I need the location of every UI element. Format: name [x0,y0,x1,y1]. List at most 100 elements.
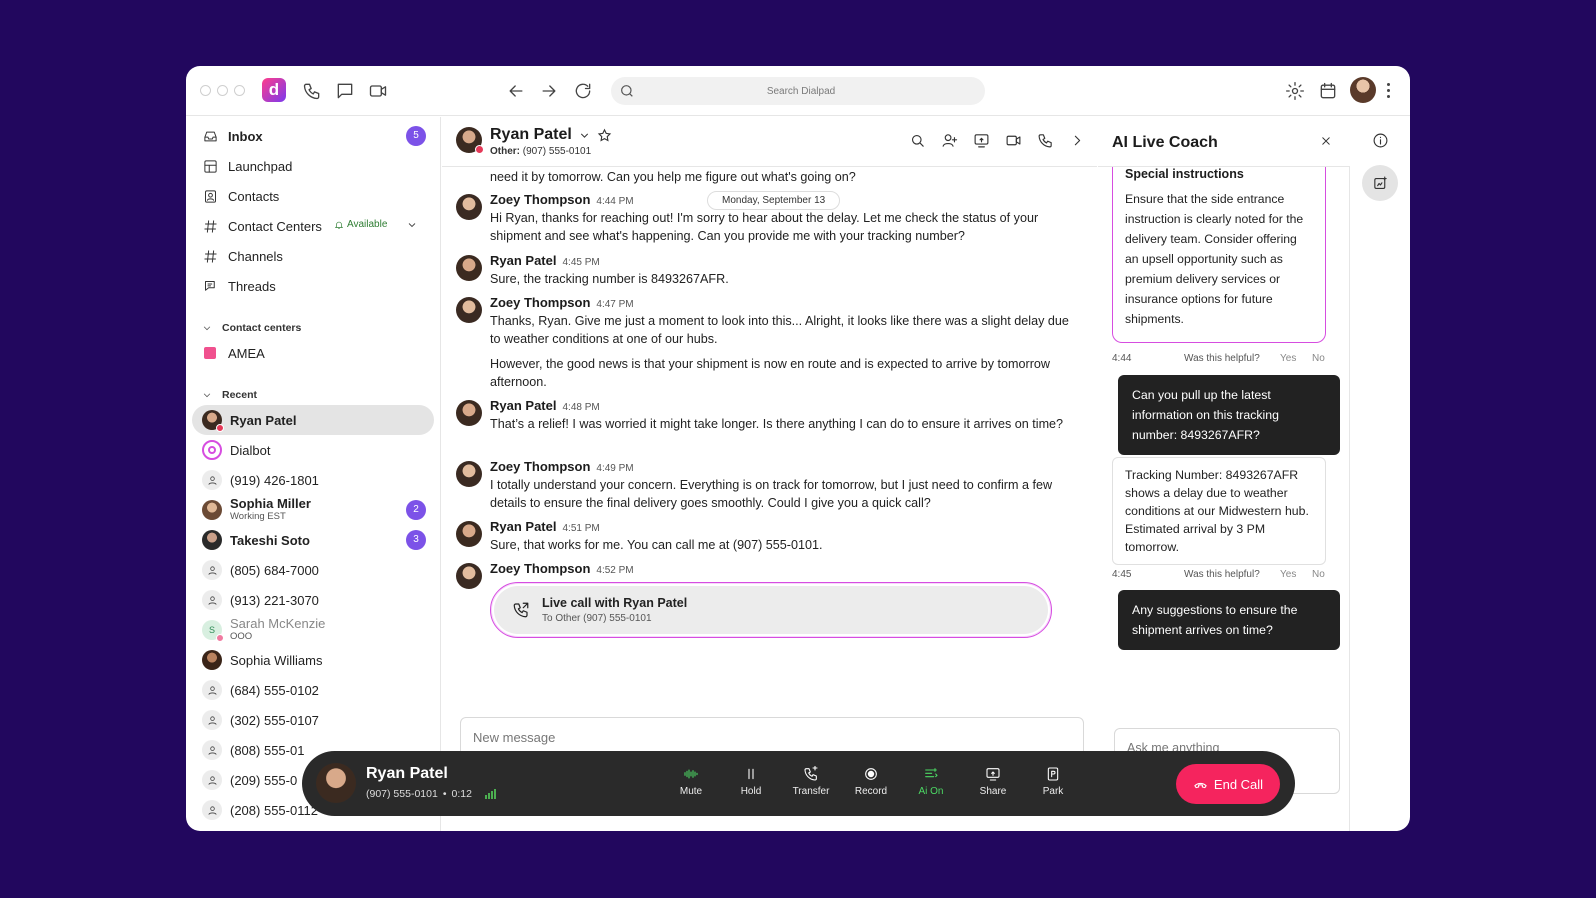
person-icon [202,680,222,700]
app-window: d Inbox 5 Launchpad Contacts [186,66,1410,831]
bell-icon [334,221,344,229]
end-call-label: End Call [1213,776,1264,792]
calendar-icon[interactable] [1316,79,1340,103]
sidebar-item-inbox[interactable]: Inbox 5 [192,121,434,151]
recent-item-label: (684) 555-0102 [230,682,319,698]
ai-coach-icon[interactable] [1362,165,1398,201]
unread-badge: 3 [406,530,426,550]
kebab-icon[interactable] [1384,79,1392,101]
share-button[interactable]: Share [965,765,1021,797]
screen-share-icon[interactable] [971,130,991,150]
avatar[interactable] [456,400,482,426]
avatar: S [202,620,224,642]
live-call-card[interactable]: Live call with Ryan Patel To Other (907)… [490,582,1052,638]
recent-item-label: (919) 426-1801 [230,472,319,488]
contact-name[interactable]: Ryan Patel [490,126,612,144]
message-input[interactable] [473,726,1053,748]
forward-icon[interactable] [537,79,561,103]
end-call-button[interactable]: End Call [1176,764,1280,804]
recent-item[interactable]: (302) 555-0107 [192,705,434,735]
recent-item[interactable]: (913) 221-3070 [192,585,434,615]
separator: • [442,788,447,800]
record-button[interactable]: Record [843,765,899,797]
recent-item[interactable]: Takeshi Soto 3 [192,525,434,555]
avatar[interactable] [456,194,482,220]
recent-item-status: OOO [230,631,253,642]
recent-section-header[interactable]: Recent [202,389,257,401]
sidebar-item-label: Threads [228,278,276,294]
avatar[interactable] [456,461,482,487]
phone-icon[interactable] [1035,130,1055,150]
dialpad-logo-icon[interactable]: d [262,78,286,102]
contact-centers-section-header[interactable]: Contact centers [202,322,301,334]
back-icon[interactable] [504,79,528,103]
contact-avatar[interactable] [456,127,484,154]
video-icon[interactable] [366,79,390,103]
avatar[interactable] [456,255,482,281]
chevron-down-icon[interactable] [406,219,420,233]
video-icon[interactable] [1003,130,1023,150]
recent-item[interactable]: Ryan Patel [192,405,434,435]
search-input[interactable] [641,77,961,105]
sidebar-item-contact-centers[interactable]: Contact Centers Available [192,211,434,241]
phone-icon[interactable] [300,79,324,103]
feedback-yes-button[interactable]: Yes [1280,569,1312,580]
add-person-icon[interactable] [939,130,959,150]
ai-toggle-button[interactable]: Ai On [903,765,959,797]
feedback-time: 4:45 [1112,569,1132,580]
recent-item[interactable]: (805) 684-7000 [192,555,434,585]
sidebar-item-amea[interactable]: AMEA [192,338,434,368]
chevron-down-icon[interactable] [578,129,591,142]
feedback-no-button[interactable]: No [1312,569,1325,580]
refresh-icon[interactable] [571,79,595,103]
message-text: Thanks, Ryan. Give me just a moment to l… [490,314,1069,346]
avatar[interactable] [456,297,482,323]
star-icon[interactable] [597,128,612,143]
gear-icon[interactable] [1283,79,1307,103]
special-instructions-title: Special instructions [1125,167,1244,181]
feedback-row: 4:44 Was this helpful? Yes No [1112,353,1338,364]
search-bar[interactable] [611,77,985,105]
avatar [202,530,222,550]
chat-icon[interactable] [333,79,357,103]
avatar[interactable] [456,563,482,589]
transfer-button[interactable]: Transfer [783,765,839,797]
message-header: Ryan Patel 4:51 PM [490,519,600,534]
sidebar-item-threads[interactable]: Threads [192,271,434,301]
close-icon[interactable] [1320,134,1334,148]
sidebar-item-contacts[interactable]: Contacts [192,181,434,211]
waveform-icon [663,765,719,783]
hold-button[interactable]: Hold [723,765,779,797]
recent-item[interactable]: (684) 555-0102 [192,675,434,705]
mute-button[interactable]: Mute [663,765,719,797]
recent-item[interactable]: Dialbot [192,435,434,465]
recent-item[interactable]: Sophia Miller Working EST 2 [192,495,434,525]
feedback-yes-button[interactable]: Yes [1280,353,1312,364]
sidebar-item-label: Channels [228,248,283,264]
info-icon[interactable] [1367,127,1393,153]
user-avatar[interactable] [1350,77,1376,103]
button-label: Park [1042,786,1064,797]
minimize-window-button[interactable] [217,85,228,96]
avatar[interactable] [456,521,482,547]
close-window-button[interactable] [200,85,211,96]
sidebar-item-launchpad[interactable]: Launchpad [192,151,434,181]
message-text: Sure, the tracking number is 8493267AFR. [490,272,729,286]
recent-item[interactable]: S Sarah McKenzie OOO [192,615,434,645]
search-icon [621,85,633,97]
availability-status[interactable]: Available [334,219,387,230]
feedback-no-button[interactable]: No [1312,353,1325,364]
recent-item[interactable]: Sophia Williams [192,645,434,675]
recent-item-label: (208) 555-0112 [230,802,318,818]
sidebar-item-channels[interactable]: Channels [192,241,434,271]
sidebar-item-label: Contact Centers [228,218,322,234]
recent-item[interactable]: (919) 426-1801 [192,465,434,495]
search-icon[interactable] [907,130,927,150]
outgoing-call-icon [513,602,529,618]
button-label: Ai On [918,786,944,797]
sender-name: Zoey Thompson [490,192,591,207]
contacts-icon [202,188,218,204]
park-button[interactable]: Park [1025,765,1081,797]
maximize-window-button[interactable] [234,85,245,96]
chevron-right-icon[interactable] [1067,130,1087,150]
